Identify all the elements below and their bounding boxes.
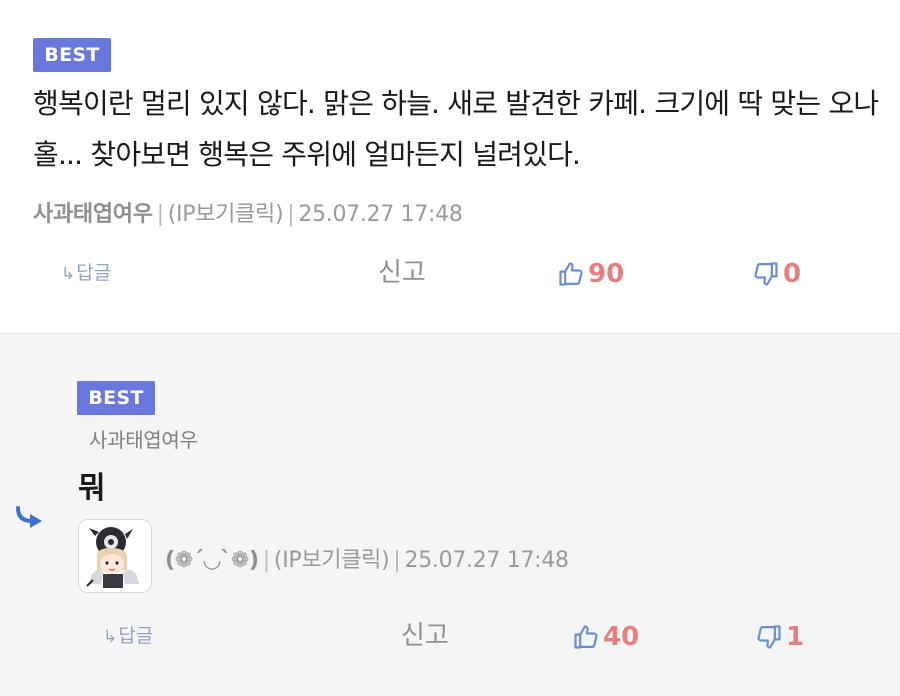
comment-text: 행복이란 멀리 있지 않다. 맑은 하늘. 새로 발견한 카페. 크기에 딱 맞… bbox=[33, 87, 879, 171]
author-name[interactable]: 사과태엽여우 bbox=[33, 202, 153, 227]
report-button[interactable]: 신고 bbox=[401, 616, 449, 656]
meta-separator: | bbox=[393, 548, 401, 573]
thumbs-up-icon bbox=[559, 261, 583, 286]
like-count: 90 bbox=[588, 258, 625, 289]
reply-indicator-icon bbox=[16, 506, 42, 528]
thumbs-down-icon bbox=[754, 261, 778, 286]
like-button[interactable]: 90 bbox=[557, 253, 624, 293]
avatar-image bbox=[79, 520, 151, 592]
comment-meta: 사과태엽여우 | (IP보기클릭) | 25.07.27 17:48 bbox=[33, 196, 463, 228]
comment-list: BEST 행복이란 멀리 있지 않다. 맑은 하늘. 새로 발견한 카페. 크기… bbox=[0, 0, 900, 696]
like-count: 40 bbox=[603, 621, 640, 652]
thumbs-down-icon bbox=[757, 624, 781, 649]
dislike-button[interactable]: 1 bbox=[755, 616, 804, 656]
comment-actions: ↳답글 신고 90 0 bbox=[0, 253, 900, 293]
dislike-count: 0 bbox=[783, 258, 802, 289]
reply-button[interactable]: ↳답글 bbox=[103, 616, 153, 657]
reply-timestamp: 25.07.27 17:48 bbox=[404, 548, 569, 573]
best-badge: BEST bbox=[77, 381, 155, 415]
best-comment: BEST 행복이란 멀리 있지 않다. 맑은 하늘. 새로 발견한 카페. 크기… bbox=[0, 0, 900, 333]
best-reply: BEST 사과태엽여우 뭐 (❁´◡`❁) | (IP보기클릭) | 25.07… bbox=[0, 333, 900, 696]
dislike-count: 1 bbox=[786, 621, 805, 652]
thumbs-up-icon bbox=[574, 624, 598, 649]
reply-nickname[interactable]: (❁´◡`❁) bbox=[165, 548, 259, 573]
meta-separator: | bbox=[156, 202, 164, 227]
reply-meta: (❁´◡`❁) | (IP보기클릭) | 25.07.27 17:48 bbox=[165, 542, 569, 574]
reply-arrow-icon: ↳ bbox=[103, 627, 118, 647]
report-button[interactable]: 신고 bbox=[378, 253, 426, 293]
like-button[interactable]: 40 bbox=[572, 616, 639, 656]
meta-separator: | bbox=[287, 202, 295, 227]
avatar[interactable] bbox=[78, 519, 152, 593]
reply-actions: ↳답글 신고 40 1 bbox=[0, 616, 900, 656]
best-badge: BEST bbox=[33, 38, 111, 72]
meta-separator: | bbox=[262, 548, 270, 573]
comment-timestamp: 25.07.27 17:48 bbox=[298, 202, 463, 227]
dislike-button[interactable]: 0 bbox=[752, 253, 801, 293]
ip-view-link[interactable]: (IP보기클릭) bbox=[274, 548, 390, 573]
reply-to-author[interactable]: 사과태엽여우 bbox=[89, 424, 198, 453]
reply-label: 답글 bbox=[76, 262, 112, 284]
reply-arrow-icon: ↳ bbox=[61, 264, 76, 284]
ip-view-link[interactable]: (IP보기클릭) bbox=[168, 202, 284, 227]
reply-text: 뭐 bbox=[78, 471, 106, 506]
reply-button[interactable]: ↳답글 bbox=[61, 253, 111, 294]
reply-label: 답글 bbox=[118, 625, 154, 647]
